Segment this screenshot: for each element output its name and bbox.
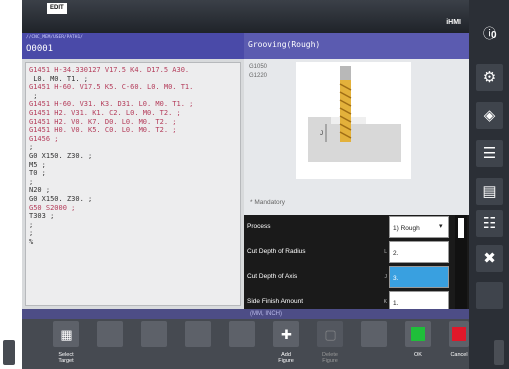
scroll-thumb[interactable] [458,218,464,238]
parameter-list: Process 1) Rough ▾ Cut Depth of Radius L 2. Cu… [244,215,469,338]
param-name: Cut Depth of Axis [247,273,298,280]
gcode-1: G1050 [249,64,268,70]
delete-figure-label: Delete Figure [322,352,338,364]
wrench-icon: ✖ [483,250,496,267]
program-header: //CNC_MEM/USER/PATH1/ O0001 [22,33,244,59]
ok-label: OK [414,352,422,358]
code-line: G50 S2000 ; [29,203,76,212]
gears-button[interactable]: ⚙ [476,64,503,91]
brand-text: iHMI [446,19,461,26]
status-count: 0 [491,30,497,41]
softkey-5[interactable] [229,321,255,347]
param-row[interactable]: Cut Depth of Radius L 2. [244,240,452,264]
info-icon: ⓘ [482,26,496,41]
code-line: ; [29,220,34,229]
workpiece-button[interactable]: ◈ [476,102,503,129]
units-bar: (MM, INCH) [22,309,469,319]
code-line: G0 X150. Z30. ; [29,195,93,203]
code-line: G1451 H2. V31. K1. C2. L0. M0. T2. ; [29,109,181,117]
code-line: G1451 H-60. V31. K3. D31. L0. M0. T1. ; [29,100,194,109]
mandatory-note: * Mandatory [250,199,286,206]
bezel-left [0,0,22,369]
program-path: //CNC_MEM/USER/PATH1/ [26,35,83,40]
code-line: ; [29,143,34,152]
select-target-label: Select Target [58,352,74,364]
list-icon: ☷ [482,215,497,232]
chevron-down-icon: ▾ [439,223,443,230]
gcode-2: G1220 [249,73,268,79]
softkey-2[interactable] [97,321,123,347]
add-figure-button[interactable]: ✚ [273,321,299,347]
brand-logo: iHMI [446,16,461,27]
code-line: G1456 ; [29,134,59,143]
select-target-button[interactable]: ▦ [53,321,79,347]
param-value-field[interactable]: 2. [389,241,449,263]
select-icon: ▦ [60,327,73,342]
param-name: Cut Depth of Radius [247,248,306,255]
cancel-label: Cancel [450,352,468,358]
program-icon: ▤ [482,183,497,200]
tools-icon: ☰ [482,145,497,162]
param-key: J [384,274,388,280]
code-line: T303 ; [29,212,55,221]
softkey-bar: (MM, INCH) ▦ Select Target ✚ Add Figure … [22,309,469,369]
cancel-icon [452,327,466,341]
code-line: G1451 H0. V0. K5. C0. L0. M0. T2. ; [29,126,177,135]
cancel-button[interactable] [449,321,469,347]
param-name: Process [247,223,271,230]
top-bar: EDIT iHMI [22,0,469,33]
cycle-title: Grooving(Rough) [244,33,469,59]
code-line: ; [29,177,34,186]
grooving-figure: J [296,62,411,179]
tools-button[interactable]: ☰ [476,140,503,167]
softkey-3[interactable] [141,321,167,347]
code-line: G1451 H-60. V17.5 K5. C-60. L0. M0. T1. [29,83,194,92]
gears-icon: ⚙ [482,69,497,86]
param-name: Side Finish Amount [247,298,304,305]
code-line: T0 ; [29,169,46,178]
code-line: G0 X150. Z30. ; [29,152,93,160]
code-line: ; [29,91,38,100]
ok-icon [411,327,425,341]
code-line: M5 ; [29,160,46,169]
param-key: K [383,299,387,305]
delete-figure-icon: ▢ [324,327,337,342]
ok-button[interactable] [405,321,431,347]
param-row[interactable]: Process 1) Rough ▾ [244,215,452,239]
add-figure-label: Add Figure [278,352,294,364]
hmi-screen: { "header": {"mode": "EDIT", "brand": "i… [0,0,509,369]
program-number: O0001 [26,44,54,54]
code-line: G1451 H2. V0. K7. D0. L0. M0. T2. ; [29,117,177,126]
left-soft-button[interactable] [3,340,15,365]
gcode-list: G1050 G1220 [249,63,267,81]
code-line: L0. M0. T1. ; [29,74,89,83]
param-value-field[interactable]: 3. [389,266,449,288]
code-line: % [29,238,34,246]
param-row[interactable]: Cut Depth of Axis J 3. [244,265,452,289]
delete-figure-button[interactable]: ▢ [317,321,343,347]
settings-button[interactable]: ✖ [476,245,503,272]
code-line: G1451 H-34.330127 V17.5 K4. D17.5 A30. [29,66,190,74]
program-button[interactable]: ▤ [476,178,503,205]
param-key: L [384,249,387,255]
list-button[interactable]: ☷ [476,210,503,237]
cycle-pane: Grooving(Rough) G1050 G1220 J * Mandator [244,33,469,338]
softkey-8[interactable] [361,321,387,347]
workpiece-icon: ◈ [483,107,496,124]
program-pane: //CNC_MEM/USER/PATH1/ O0001 G1451 H-34.3… [22,33,244,309]
side-button-bar: ⓘ 0 ⚙ ◈ ☰ ▤ ☷ ✖ [469,0,509,369]
add-figure-icon: ✚ [281,327,292,342]
mode-label: EDIT [47,3,67,14]
code-line: ; [29,229,34,238]
status-badge: ⓘ 0 [476,20,503,47]
svg-text:J: J [320,131,323,137]
softkey-4[interactable] [185,321,211,347]
code-line: N20 ; [29,186,51,195]
program-editor[interactable]: G1451 H-34.330127 V17.5 K4. D17.5 A30. L… [25,62,241,306]
param-scrollbar[interactable] [455,215,467,315]
cycle-illustration: G1050 G1220 J * Mandatory [244,59,469,215]
right-soft-button[interactable] [494,340,504,365]
side-blank-button[interactable] [476,282,503,309]
